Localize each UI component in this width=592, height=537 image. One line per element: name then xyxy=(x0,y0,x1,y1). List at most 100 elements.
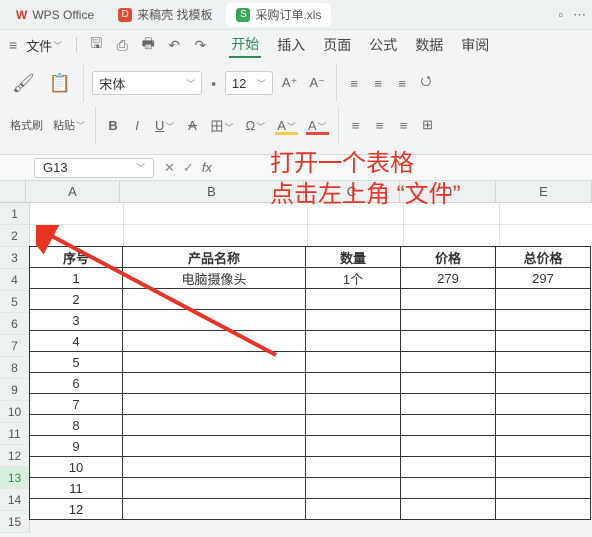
cell[interactable] xyxy=(124,225,308,247)
row-header-2[interactable]: 2 xyxy=(0,225,30,247)
cell[interactable] xyxy=(305,435,401,457)
cell[interactable] xyxy=(122,435,306,457)
cell[interactable]: 数量 xyxy=(305,246,401,268)
row-header-3[interactable]: 3 xyxy=(0,247,30,269)
cell[interactable]: 总价格 xyxy=(495,246,591,268)
tab-data[interactable]: 数据 xyxy=(413,33,445,57)
cell[interactable] xyxy=(122,372,306,394)
fx-icon[interactable]: fx xyxy=(202,160,212,175)
cell[interactable] xyxy=(495,351,591,373)
column-header-c[interactable]: C xyxy=(304,181,400,203)
cell[interactable]: 4 xyxy=(29,330,123,352)
redo-icon[interactable]: ↷ xyxy=(191,37,209,54)
cell[interactable] xyxy=(404,225,500,247)
cell[interactable] xyxy=(400,351,496,373)
cell[interactable] xyxy=(400,435,496,457)
cell-reference-box[interactable]: G13 ﹀ xyxy=(34,158,154,178)
borders-button[interactable]: 田﹀ xyxy=(207,115,236,136)
cell[interactable] xyxy=(495,456,591,478)
row-header-11[interactable]: 11 xyxy=(0,423,30,445)
merge-cells-button[interactable]: ⊞ xyxy=(419,116,437,134)
cell[interactable] xyxy=(495,435,591,457)
font-color-button[interactable]: A﹀ xyxy=(305,117,330,134)
tab-review[interactable]: 审阅 xyxy=(459,33,491,57)
cell[interactable] xyxy=(495,477,591,499)
cell[interactable] xyxy=(400,288,496,310)
align-center-button[interactable]: ≡ xyxy=(371,117,389,134)
row-header-5[interactable]: 5 xyxy=(0,291,30,313)
column-header-a[interactable]: A xyxy=(26,181,120,203)
tab-spreadsheet-file[interactable]: S 采购订单.xls xyxy=(226,3,331,27)
decrease-font-button[interactable]: A⁻ xyxy=(306,73,328,93)
cell[interactable] xyxy=(124,203,308,225)
cell[interactable] xyxy=(122,309,306,331)
cell[interactable] xyxy=(305,393,401,415)
increase-font-button[interactable]: A⁺ xyxy=(279,73,301,93)
tab-start[interactable]: 开始 xyxy=(229,32,261,58)
cell[interactable] xyxy=(305,414,401,436)
cell[interactable] xyxy=(400,414,496,436)
cell[interactable] xyxy=(122,477,306,499)
select-all-corner[interactable] xyxy=(0,181,26,203)
cell[interactable] xyxy=(122,414,306,436)
cell[interactable]: 6 xyxy=(29,372,123,394)
undo-icon[interactable]: ↶ xyxy=(165,37,183,54)
cell[interactable]: 电脑摄像头 xyxy=(122,267,306,289)
tab-page[interactable]: 页面 xyxy=(321,33,353,57)
cell[interactable]: 11 xyxy=(29,477,123,499)
cell[interactable] xyxy=(30,225,124,247)
cell[interactable] xyxy=(495,372,591,394)
print-preview-icon[interactable]: ⎙ xyxy=(113,37,131,54)
hamburger-menu-icon[interactable]: ≡ xyxy=(4,34,22,56)
row-header-4[interactable]: 4 xyxy=(0,269,30,291)
align-left-button[interactable]: ≡ xyxy=(347,117,365,134)
cell[interactable] xyxy=(400,498,496,520)
cell[interactable]: 序号 xyxy=(29,246,123,268)
column-header-d[interactable]: D xyxy=(400,181,496,203)
cell[interactable] xyxy=(305,309,401,331)
cell[interactable] xyxy=(404,203,500,225)
italic-button[interactable]: I xyxy=(128,117,146,134)
cell[interactable] xyxy=(305,477,401,499)
row-header-13[interactable]: 13 xyxy=(0,467,30,489)
cell[interactable]: 价格 xyxy=(400,246,496,268)
cell[interactable] xyxy=(495,288,591,310)
cell[interactable] xyxy=(495,330,591,352)
row-header-6[interactable]: 6 xyxy=(0,313,30,335)
cell[interactable] xyxy=(122,351,306,373)
cell[interactable]: 279 xyxy=(400,267,496,289)
format-painter-button[interactable]: 🖌 xyxy=(8,71,39,96)
cell[interactable]: 7 xyxy=(29,393,123,415)
cell[interactable]: 1 xyxy=(29,267,123,289)
cell[interactable] xyxy=(305,498,401,520)
row-header-9[interactable]: 9 xyxy=(0,379,30,401)
cell[interactable] xyxy=(30,203,124,225)
cell[interactable] xyxy=(495,309,591,331)
cell[interactable]: 297 xyxy=(495,267,591,289)
cell-grid[interactable]: 序号产品名称数量价格总价格1电脑摄像头1个2792972345678910111… xyxy=(30,203,592,533)
row-header-1[interactable]: 1 xyxy=(0,203,30,225)
orientation-button[interactable]: ⭯ xyxy=(417,71,435,95)
align-middle-button[interactable]: ≡ xyxy=(369,75,387,92)
window-restore-icon[interactable]: ▫ xyxy=(558,7,563,23)
cell[interactable] xyxy=(305,372,401,394)
cell[interactable]: 12 xyxy=(29,498,123,520)
cell[interactable] xyxy=(305,351,401,373)
font-name-select[interactable]: 宋体 ﹀ xyxy=(92,71,202,95)
cell[interactable]: 产品名称 xyxy=(122,246,306,268)
tab-formula[interactable]: 公式 xyxy=(367,33,399,57)
cell[interactable] xyxy=(122,330,306,352)
align-bottom-button[interactable]: ≡ xyxy=(393,75,411,92)
cell[interactable] xyxy=(400,477,496,499)
row-header-14[interactable]: 14 xyxy=(0,489,30,511)
save-icon[interactable]: 🖫 xyxy=(87,33,105,57)
column-header-e[interactable]: E xyxy=(496,181,592,203)
tab-wps-office[interactable]: W WPS Office xyxy=(6,3,104,27)
row-header-15[interactable]: 15 xyxy=(0,511,30,533)
cell[interactable] xyxy=(495,414,591,436)
cell[interactable] xyxy=(122,498,306,520)
cell[interactable]: 9 xyxy=(29,435,123,457)
cell[interactable] xyxy=(400,372,496,394)
row-header-7[interactable]: 7 xyxy=(0,335,30,357)
cell[interactable] xyxy=(305,456,401,478)
